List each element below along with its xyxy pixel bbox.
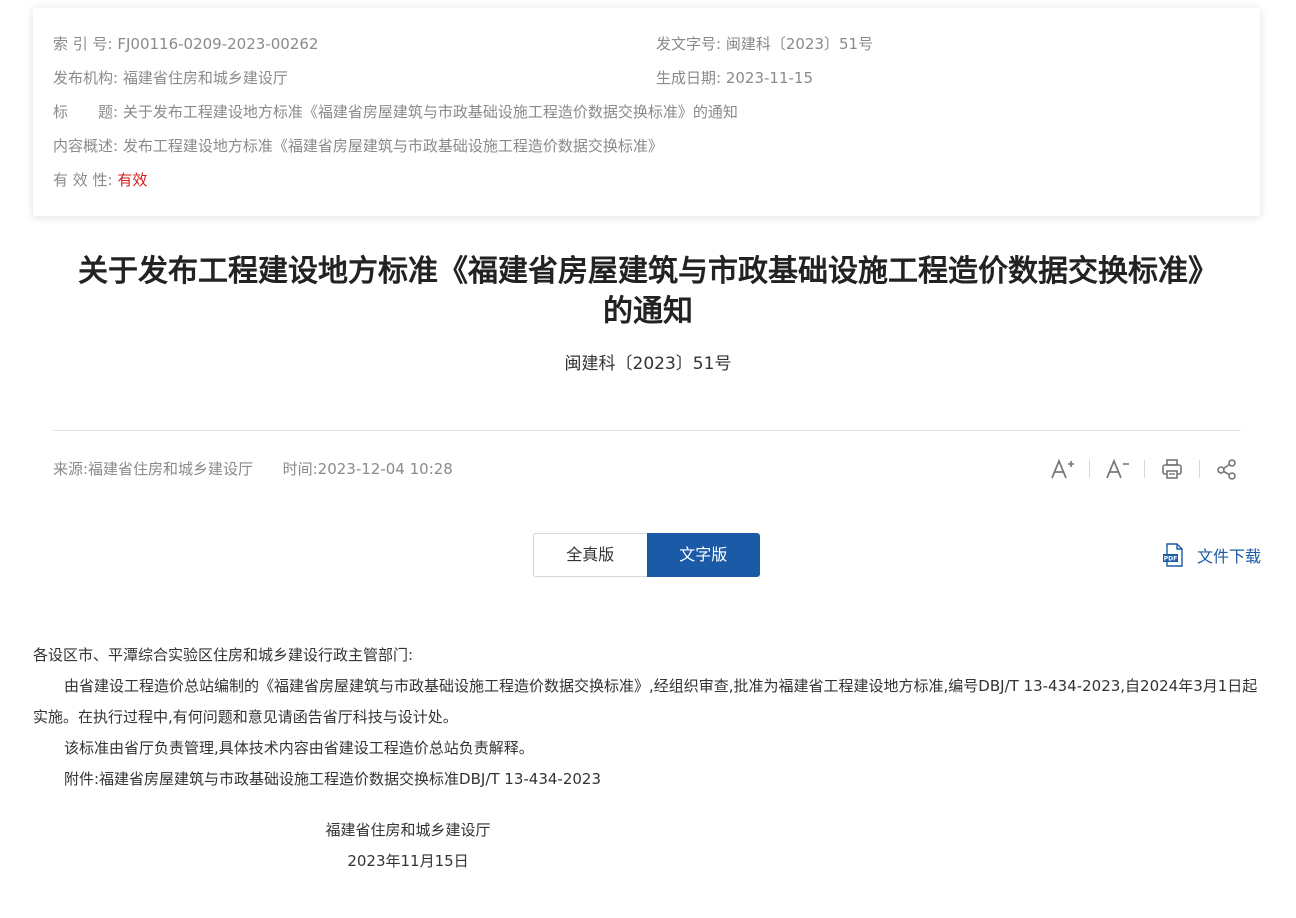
article-time: 时间:2023-12-04 10:28 [282, 460, 453, 478]
meta-doc-number-label: 发文字号: [656, 35, 722, 53]
meta-doc-number: 发文字号: 闽建科〔2023〕51号 [656, 32, 873, 56]
font-decrease-button[interactable] [1103, 455, 1131, 483]
meta-issuer-label: 发布机构: [53, 69, 119, 87]
article-title-line1: 关于发布工程建设地方标准《福建省房屋建筑与市政基础设施工程造价数据交换标准》 [78, 254, 1218, 289]
meta-title: 标 题: 关于发布工程建设地方标准《福建省房屋建筑与市政基础设施工程造价数据交换… [53, 100, 738, 124]
meta-validity: 有 效 性: 有效 [53, 168, 147, 192]
meta-validity-value: 有效 [117, 171, 148, 189]
meta-validity-label: 有 效 性: [53, 171, 113, 189]
font-decrease-icon [1106, 458, 1129, 479]
share-icon [1217, 459, 1236, 480]
signature-org: 福建省住房和城乡建设厅 [325, 821, 491, 839]
article-source: 来源:福建省住房和城乡建设厅 [53, 460, 254, 478]
meta-date-value: 2023-11-15 [725, 69, 814, 87]
article-body: 各设区市、平潭综合实验区住房和城乡建设行政主管部门: 由省建设工程造价总站编制的… [33, 640, 1263, 795]
print-icon [1162, 459, 1182, 479]
body-paragraph-2: 该标准由省厅负责管理,具体技术内容由省建设工程造价总站负责解释。 [64, 739, 534, 757]
meta-issuer: 发布机构: 福建省住房和城乡建设厅 [53, 66, 288, 90]
article-title-line2: 的通知 [603, 294, 693, 329]
version-toggle: 全真版 文字版 [533, 533, 760, 577]
meta-index: 索 引 号: FJ00116-0209-2023-00262 [53, 32, 318, 56]
body-paragraph-3: 附件:福建省房屋建筑与市政基础设施工程造价数据交换标准DBJ/T 13-434-… [64, 770, 602, 788]
meta-index-value: FJ00116-0209-2023-00262 [117, 35, 319, 53]
pdf-icon: PDF [1163, 543, 1183, 567]
document-meta-panel: 索 引 号: FJ00116-0209-2023-00262 发文字号: 闽建科… [33, 8, 1260, 216]
signature-date: 2023年11月15日 [347, 852, 469, 870]
meta-summary-value: 发布工程建设地方标准《福建省房屋建筑与市政基础设施工程造价数据交换标准》 [122, 137, 663, 155]
page: 索 引 号: FJ00116-0209-2023-00262 发文字号: 闽建科… [0, 0, 1296, 918]
body-paragraph-1: 由省建设工程造价总站编制的《福建省房屋建筑与市政基础设施工程造价数据交换标准》,… [33, 677, 1258, 726]
meta-summary: 内容概述: 发布工程建设地方标准《福建省房屋建筑与市政基础设施工程造价数据交换标… [53, 134, 663, 158]
meta-index-label: 索 引 号: [53, 35, 113, 53]
meta-doc-number-value: 闽建科〔2023〕51号 [725, 35, 874, 53]
meta-title-value: 关于发布工程建设地方标准《福建省房屋建筑与市政基础设施工程造价数据交换标准》的通… [122, 103, 738, 121]
article-toolbar [1048, 455, 1241, 483]
pdf-icon-text: PDF [1164, 555, 1177, 562]
meta-title-label: 标 题: [53, 103, 119, 121]
signature-block: 福建省住房和城乡建设厅 2023年11月15日 [0, 815, 816, 877]
share-button[interactable] [1213, 455, 1241, 483]
meta-date-label: 生成日期: [656, 69, 722, 87]
meta-date: 生成日期: 2023-11-15 [656, 66, 813, 90]
text-version-tab[interactable]: 文字版 [646, 533, 760, 577]
full-version-tab[interactable]: 全真版 [533, 533, 647, 577]
article-source-line: 来源:福建省住房和城乡建设厅 时间:2023-12-04 10:28 [53, 457, 453, 481]
article-doc-number: 闽建科〔2023〕51号 [564, 354, 732, 374]
divider [53, 430, 1241, 431]
file-download-label: 文件下载 [1197, 547, 1262, 566]
meta-issuer-value: 福建省住房和城乡建设厅 [122, 69, 288, 87]
font-increase-icon [1051, 458, 1074, 479]
file-download-link[interactable]: PDF 文件下载 [1163, 541, 1261, 569]
meta-summary-label: 内容概述: [53, 137, 119, 155]
font-increase-button[interactable] [1048, 455, 1076, 483]
body-salutation: 各设区市、平潭综合实验区住房和城乡建设行政主管部门: [33, 646, 414, 664]
print-button[interactable] [1158, 455, 1186, 483]
article-title: 关于发布工程建设地方标准《福建省房屋建筑与市政基础设施工程造价数据交换标准》 的… [0, 252, 1296, 332]
